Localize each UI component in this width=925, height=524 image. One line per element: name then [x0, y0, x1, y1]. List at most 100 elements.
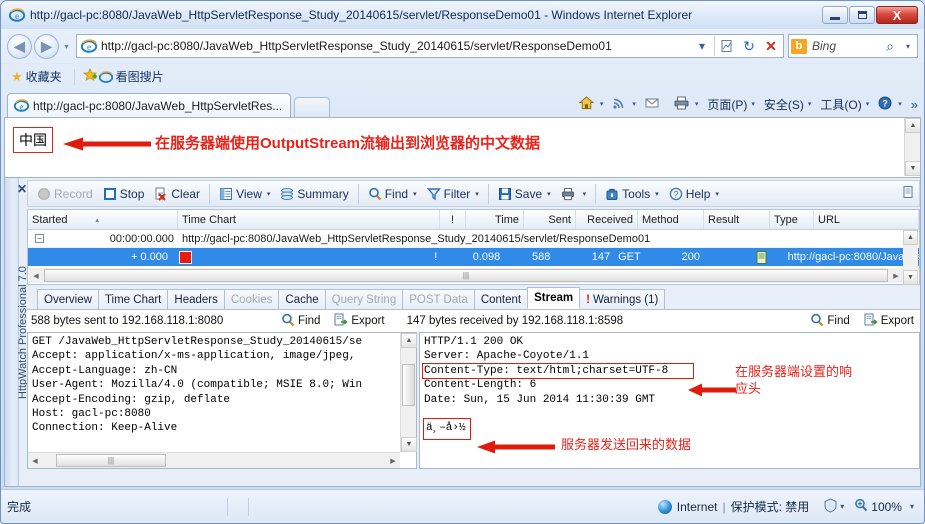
request-scroll-down-icon[interactable]: ▼: [401, 437, 417, 452]
grid-header-result[interactable]: Result: [704, 210, 770, 229]
zoom-caret[interactable]: ▾: [910, 502, 914, 511]
save-button[interactable]: Save ▾: [493, 183, 556, 205]
toolbar-overflow-icon[interactable]: [901, 185, 915, 202]
close-button[interactable]: X: [876, 6, 918, 24]
grid-scroll-down-icon[interactable]: ▼: [903, 270, 918, 285]
home-caret[interactable]: ▾: [600, 100, 604, 108]
help-menu-button[interactable]: ? ▾: [878, 96, 902, 113]
security-zone[interactable]: Internet | 保护模式: 禁用: [657, 498, 809, 515]
request-find-button[interactable]: Find: [281, 313, 320, 330]
tab-post-data[interactable]: POST Data: [402, 289, 475, 309]
tab-headers[interactable]: Headers: [167, 289, 225, 309]
request-scroll-right-icon[interactable]: ▶: [386, 457, 400, 465]
tab-cookies[interactable]: Cookies: [223, 289, 280, 309]
add-favorite-icon[interactable]: [82, 67, 97, 85]
search-provider-caret[interactable]: ▾: [901, 35, 915, 57]
scroll-down-icon[interactable]: ▼: [905, 161, 920, 176]
tab-time-chart[interactable]: Time Chart: [97, 289, 169, 309]
request-scroll-up-icon[interactable]: ▲: [401, 333, 417, 348]
grid-header-url[interactable]: URL: [814, 210, 919, 229]
request-horizontal-scrollbar[interactable]: ◀ ||| ▶: [28, 452, 400, 468]
filter-button[interactable]: Filter ▾: [422, 183, 484, 205]
print-caret[interactable]: ▾: [695, 100, 699, 108]
record-button[interactable]: Record: [32, 183, 98, 205]
feeds-caret[interactable]: ▾: [632, 100, 636, 108]
grid-header-method[interactable]: Method: [638, 210, 704, 229]
scroll-up-icon[interactable]: ▲: [905, 118, 920, 133]
grid-scroll-right-icon[interactable]: ▶: [889, 272, 903, 280]
grid-header-time-chart[interactable]: Time Chart: [178, 210, 440, 229]
clear-button[interactable]: Clear: [149, 183, 205, 205]
view-caret[interactable]: ▾: [267, 190, 271, 198]
tab-overview[interactable]: Overview: [37, 289, 99, 309]
favorites-label[interactable]: 收藏夹: [26, 68, 62, 85]
tab-cache[interactable]: Cache: [278, 289, 326, 309]
privacy-caret[interactable]: ▾: [840, 502, 844, 511]
print-button[interactable]: ▾: [674, 96, 699, 113]
print-caret-hw[interactable]: ▾: [583, 190, 587, 198]
find-caret[interactable]: ▾: [413, 190, 417, 198]
table-row[interactable]: − 00:00:00.000 http://gacl-pc:8080/JavaW…: [28, 230, 919, 248]
favorites-item-label[interactable]: 看图搜片: [116, 68, 164, 85]
grid-vertical-scrollbar[interactable]: ▲ ▼: [903, 230, 918, 285]
grid-header-warning[interactable]: !: [440, 210, 466, 229]
search-icon[interactable]: ⌕: [879, 35, 901, 57]
response-export-button[interactable]: Export: [864, 313, 914, 330]
view-button[interactable]: View ▾: [214, 183, 275, 205]
home-button[interactable]: ▾: [578, 95, 604, 113]
back-button[interactable]: ◀: [7, 33, 32, 59]
refresh-button[interactable]: ↻: [738, 35, 760, 57]
tab-stream[interactable]: Stream: [527, 287, 581, 309]
stop-button[interactable]: ✕: [760, 35, 782, 57]
tab-query-string[interactable]: Query String: [324, 289, 404, 309]
grid-hscroll-thumb[interactable]: |||: [44, 269, 888, 282]
feeds-button[interactable]: ▾: [612, 96, 636, 113]
compatibility-view-icon[interactable]: [716, 35, 738, 57]
mail-button[interactable]: [645, 97, 665, 112]
help-button[interactable]: ? Help ▾: [664, 183, 724, 205]
grid-header-sent[interactable]: Sent: [524, 210, 576, 229]
help-caret[interactable]: ▾: [715, 190, 719, 198]
filter-caret[interactable]: ▾: [475, 190, 479, 198]
tab-content[interactable]: Content: [473, 289, 529, 309]
request-scroll-left-icon[interactable]: ◀: [28, 457, 42, 465]
page-menu-button[interactable]: 页面(P) ▾: [707, 96, 755, 113]
forward-button[interactable]: ▶: [34, 33, 59, 59]
grid-scroll-left-icon[interactable]: ◀: [29, 272, 43, 280]
tools-caret[interactable]: ▾: [655, 190, 659, 198]
request-stream-pane[interactable]: GET /JavaWeb_HttpServletResponse_Study_2…: [27, 332, 417, 469]
help-menu-caret[interactable]: ▾: [898, 100, 902, 108]
tools-menu-button[interactable]: 工具(O) ▾: [820, 96, 869, 113]
grid-header-started[interactable]: Started ▴: [28, 210, 178, 229]
httpwatch-close-button[interactable]: ✕: [17, 182, 27, 196]
request-hscroll-thumb[interactable]: |||: [56, 454, 166, 467]
request-vertical-scrollbar[interactable]: ▲ ▼: [400, 333, 417, 452]
grid-header-received[interactable]: Received: [576, 210, 638, 229]
address-dropdown-icon[interactable]: ▾: [691, 35, 713, 57]
safety-menu-button[interactable]: 安全(S) ▾: [764, 96, 812, 113]
request-export-button[interactable]: Export: [334, 313, 385, 330]
tools-button[interactable]: Tools ▾: [600, 183, 664, 205]
print-button-hw[interactable]: ▾: [556, 183, 592, 205]
response-find-button[interactable]: Find: [810, 313, 850, 330]
privacy-report-icon[interactable]: [823, 497, 838, 516]
address-bar[interactable]: e http://gacl-pc:8080/JavaWeb_HttpServle…: [76, 34, 784, 58]
browser-tab-active[interactable]: e http://gacl-pc:8080/JavaWeb_HttpServle…: [7, 93, 292, 117]
search-input[interactable]: Bing: [812, 39, 879, 53]
grid-horizontal-scrollbar[interactable]: ◀ ||| ▶: [29, 268, 903, 283]
table-row[interactable]: + 0.000 ! 0.098 588 147 GET 200 http://g…: [28, 248, 919, 266]
zoom-icon[interactable]: [854, 498, 868, 515]
command-bar-overflow[interactable]: »: [911, 97, 918, 112]
summary-button[interactable]: Summary: [275, 183, 353, 205]
find-button[interactable]: Find ▾: [363, 183, 422, 205]
stop-button-hw[interactable]: Stop: [98, 183, 150, 205]
zoom-level-label[interactable]: 100%: [871, 500, 902, 514]
recent-pages-dropdown[interactable]: ▾: [60, 42, 73, 51]
new-tab-button[interactable]: [294, 97, 331, 117]
tools-menu-caret[interactable]: ▾: [866, 100, 870, 108]
request-vscroll-thumb[interactable]: [402, 364, 415, 406]
favorites-star-icon[interactable]: ★: [11, 69, 23, 85]
grid-header-type[interactable]: Type: [770, 210, 814, 229]
maximize-button[interactable]: [849, 6, 875, 24]
safety-menu-caret[interactable]: ▾: [808, 100, 812, 108]
